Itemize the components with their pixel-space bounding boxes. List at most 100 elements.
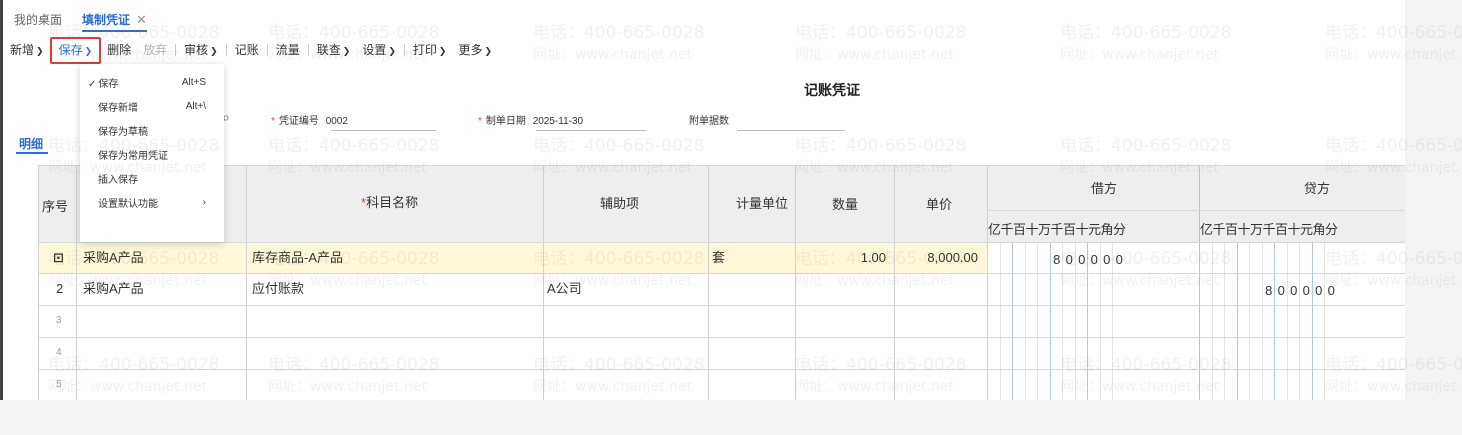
grid-row-divider bbox=[38, 337, 1405, 338]
grid-column-divider bbox=[543, 165, 544, 400]
attachment-count-field[interactable]: 附单据数 bbox=[689, 112, 845, 131]
grid-column-divider bbox=[246, 165, 247, 400]
digit-column-divider bbox=[1311, 242, 1313, 400]
digit-column-divider bbox=[1062, 242, 1063, 400]
digit-unit-label: 百 bbox=[1275, 222, 1289, 237]
digit-column-divider bbox=[1286, 242, 1288, 400]
row-subject[interactable]: 库存商品-A产品 bbox=[252, 251, 343, 264]
menu-item-save-draft[interactable]: 保存为草稿 bbox=[80, 118, 224, 142]
watermark-text: 电话：400-665-0028 bbox=[268, 136, 440, 156]
toolbar-delete-button[interactable]: 删除 bbox=[101, 39, 137, 61]
digit-column-divider bbox=[1012, 242, 1013, 400]
row-subject[interactable]: 应付账款 bbox=[252, 282, 304, 295]
row-credit-amount[interactable]: 800000 bbox=[1200, 283, 1338, 298]
voucher-number-value: 0002 bbox=[325, 116, 348, 127]
digit-column-divider bbox=[1049, 242, 1051, 400]
digit-unit-label: 十 bbox=[1287, 222, 1301, 237]
digit-column-divider bbox=[1074, 242, 1076, 400]
digit-unit-label: 十 bbox=[1025, 222, 1039, 237]
close-icon[interactable]: ✕ bbox=[136, 12, 147, 27]
row-price[interactable]: 8,000.00 bbox=[896, 251, 978, 264]
header-unit: 计量单位 bbox=[736, 196, 789, 211]
shortcut-label: Alt+\ bbox=[185, 100, 206, 112]
grid-row-divider bbox=[38, 165, 1405, 166]
digit-unit-label: 万 bbox=[1038, 222, 1052, 237]
grid-row-divider bbox=[38, 305, 1405, 306]
chevron-down-icon: ❯ bbox=[388, 45, 396, 56]
header-subject: *科目名称 bbox=[361, 195, 419, 210]
row-debit-amount[interactable]: 800000 bbox=[988, 252, 1126, 267]
toolbar-more-button[interactable]: 更多 ❯ bbox=[452, 39, 498, 62]
save-dropdown-menu: ✓ 保存 Alt+S 保存新增 Alt+\ 保存为草稿 保存为常用凭证 插入保存 设置… bbox=[80, 64, 224, 242]
digit-column-divider bbox=[999, 242, 1001, 400]
grid-column-divider bbox=[795, 165, 796, 400]
menu-item-save[interactable]: ✓ 保存 Alt+S bbox=[80, 70, 224, 94]
grid-row-divider bbox=[38, 242, 1405, 243]
watermark-text: 电话：400-665-0028 bbox=[533, 136, 705, 156]
voucher-title: 记账凭证 bbox=[804, 82, 860, 98]
digit-unit-label: 千 bbox=[1000, 222, 1014, 237]
grid-column-divider bbox=[987, 165, 988, 400]
tab-details[interactable]: 明细 bbox=[19, 135, 43, 152]
digit-unit-label: 亿 bbox=[1200, 222, 1214, 237]
chevron-down-icon: ❯ bbox=[342, 45, 351, 56]
row-qty[interactable]: 1.00 bbox=[798, 251, 886, 264]
toolbar-settings-button[interactable]: 设置 ❯ bbox=[356, 39, 402, 62]
digit-unit-label: 元 bbox=[1088, 222, 1102, 237]
digit-unit-label: 元 bbox=[1300, 222, 1314, 237]
digit-column-divider bbox=[1224, 242, 1225, 400]
toolbar-save-button[interactable]: 保存 ❯ bbox=[49, 36, 102, 64]
digit-unit-label: 千 bbox=[1262, 222, 1276, 237]
toolbar-cashflow-button[interactable]: 流量 bbox=[270, 39, 306, 61]
digit-unit-label: 百 bbox=[1225, 222, 1239, 237]
watermark-text: 网址：www.chanjet.net bbox=[533, 47, 692, 63]
digit-unit-label: 角 bbox=[1312, 222, 1326, 237]
right-panel-background bbox=[1405, 0, 1462, 435]
digit-unit-label: 千 bbox=[1050, 222, 1064, 237]
toolbar-query-button[interactable]: 联查 ❯ bbox=[311, 39, 357, 62]
menu-item-set-default[interactable]: 设置默认功能 › bbox=[80, 190, 224, 214]
watermark-text: 电话：400-665-0028 bbox=[533, 23, 705, 43]
digit-unit-label: 千 bbox=[1212, 222, 1226, 237]
toolbar-audit-button[interactable]: 审核 ❯ bbox=[178, 39, 224, 62]
check-icon: ✓ bbox=[88, 78, 97, 90]
toolbar-discard-button[interactable]: 放弃 bbox=[137, 39, 173, 61]
header-aux: 辅助项 bbox=[600, 196, 640, 211]
row-summary[interactable]: 采购A产品 bbox=[83, 251, 144, 264]
digit-unit-label: 亿 bbox=[988, 222, 1002, 237]
voucher-grid: 序号 *科目名称 辅助项 计量单位 数量 单价 借方 贷方 亿千百十万千百十元角… bbox=[38, 165, 1405, 400]
date-value: 2025-11-30 bbox=[532, 116, 584, 127]
date-field[interactable]: * 制单日期 2025-11-30 bbox=[478, 112, 646, 131]
shortcut-label: Alt+S bbox=[181, 76, 206, 88]
grid-row-divider bbox=[38, 369, 1405, 370]
digit-unit-label: 十 bbox=[1237, 222, 1251, 237]
digit-column-divider bbox=[1261, 242, 1263, 400]
digit-column-divider bbox=[1099, 242, 1101, 400]
chevron-down-icon: ❯ bbox=[438, 45, 447, 56]
digit-unit-label: 万 bbox=[1250, 222, 1264, 237]
watermark-text: 电话：400-665-0028 bbox=[795, 136, 967, 156]
digit-column-divider bbox=[1037, 242, 1038, 400]
menu-item-save-common[interactable]: 保存为常用凭证 bbox=[80, 142, 224, 166]
digit-unit-label: 分 bbox=[1325, 222, 1339, 237]
row-seq: ⊡ bbox=[53, 250, 64, 265]
tab-my-desktop[interactable]: 我的桌面 bbox=[14, 13, 62, 27]
tab-details-underline bbox=[16, 152, 48, 154]
digit-unit-label: 十 bbox=[1075, 222, 1089, 237]
row-aux[interactable]: A公司 bbox=[547, 282, 582, 295]
row-unit[interactable]: 套 bbox=[712, 251, 725, 264]
toolbar-print-button[interactable]: 打印 ❯ bbox=[407, 39, 453, 62]
toolbar-new-button[interactable]: 新增 ❯ bbox=[4, 39, 50, 62]
row-summary[interactable]: 采购A产品 bbox=[83, 282, 144, 295]
digit-column-divider bbox=[1211, 242, 1213, 400]
toolbar-separator bbox=[266, 44, 268, 56]
menu-item-insert-save[interactable]: 插入保存 bbox=[80, 166, 224, 190]
row-seq: 5 bbox=[56, 379, 62, 390]
debit-credit-divider bbox=[1199, 165, 1200, 400]
tab-voucher-entry[interactable]: 填制凭证 ✕ bbox=[82, 13, 147, 32]
credit-digit-units: 亿千百十万千百十元角分 bbox=[1200, 219, 1338, 238]
menu-item-save-new[interactable]: 保存新增 Alt+\ bbox=[80, 94, 224, 118]
toolbar-post-button[interactable]: 记账 bbox=[229, 39, 265, 61]
digit-column-divider bbox=[1274, 242, 1275, 400]
voucher-number-field[interactable]: * 凭证编号 0002 bbox=[271, 112, 436, 131]
